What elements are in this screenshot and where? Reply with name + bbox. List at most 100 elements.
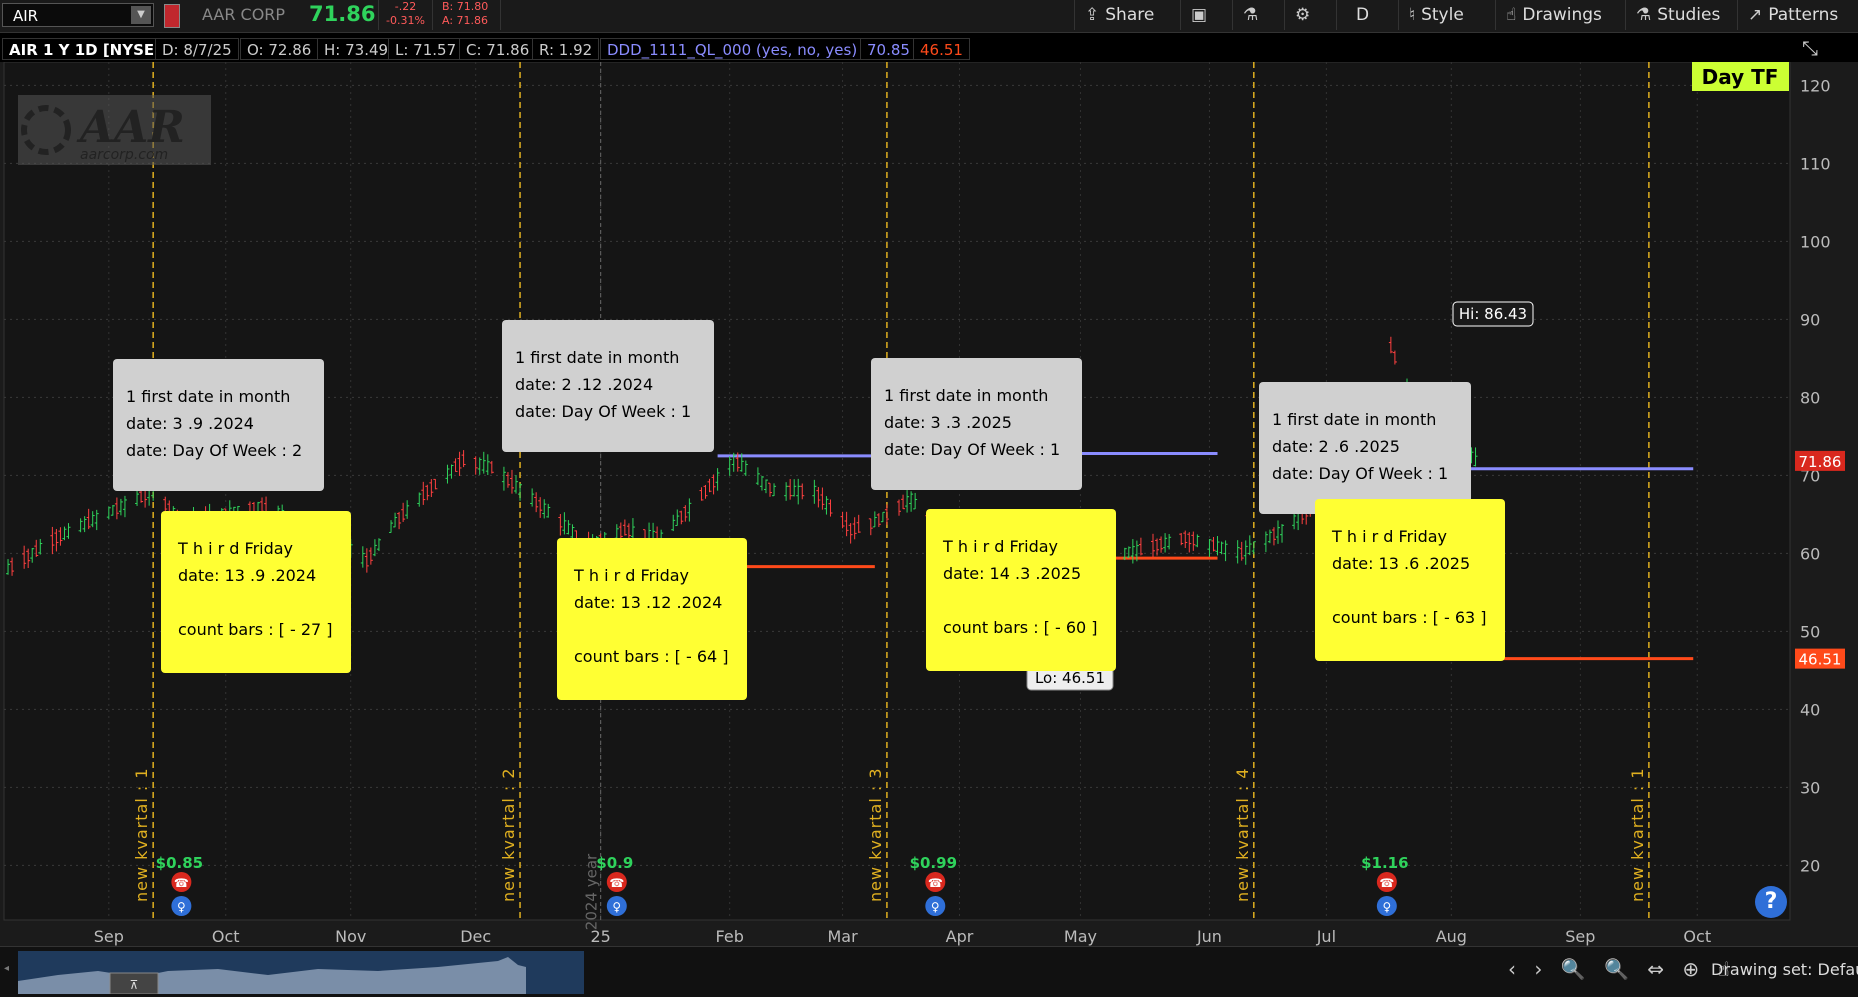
quarter-label: new kvartal : 4 bbox=[1233, 767, 1252, 902]
last-price: 71.86 bbox=[309, 2, 376, 26]
drawings-button[interactable]: ☝ Drawings bbox=[1495, 0, 1612, 30]
studies-label: Studies bbox=[1657, 5, 1721, 25]
time-tick-label: Oct bbox=[1683, 927, 1711, 946]
info-callout-line: date: Day Of Week : 2 bbox=[126, 441, 302, 460]
time-tick-label: Jul bbox=[1316, 927, 1336, 946]
info-callout-line: date: Day Of Week : 1 bbox=[515, 402, 691, 421]
last-price-badge-text: 71.86 bbox=[1799, 453, 1842, 471]
third-friday-callout bbox=[926, 509, 1116, 671]
study-name[interactable]: DDD_1111_QL_000 (yes, no, yes) bbox=[600, 38, 865, 60]
dividend-label: $0.85 bbox=[156, 854, 203, 872]
navigation-scroller[interactable]: ⊼ bbox=[18, 951, 584, 994]
phone-icon: ☎ bbox=[609, 876, 624, 890]
time-tick-label: Oct bbox=[212, 927, 240, 946]
phone-icon: ☎ bbox=[174, 876, 189, 890]
study-bar: AIR 1 Y 1D [NYSE] D: 8/7/25 O: 72.86 H: … bbox=[0, 34, 1790, 62]
third-friday-line: T h i r d Friday bbox=[177, 539, 293, 558]
bottom-bar: ◂ ⊼ ‹ › 🔍 🔍 ⇔ ⊕ ☝ Drawing set: Default bbox=[0, 946, 1858, 997]
third-friday-line: date: 14 .3 .2025 bbox=[943, 564, 1081, 583]
bulb-icon: ♀ bbox=[177, 900, 186, 914]
third-friday-line: count bars : [ - 64 ] bbox=[574, 647, 729, 666]
share-button[interactable]: ⇪ Share bbox=[1074, 0, 1164, 30]
share-label: Share bbox=[1105, 5, 1155, 25]
price-tick-label: 20 bbox=[1800, 856, 1820, 875]
studies-button[interactable]: ⚗ Studies bbox=[1625, 0, 1730, 30]
price-tick-label: 110 bbox=[1800, 154, 1831, 173]
phone-icon: ☎ bbox=[928, 876, 943, 890]
chevron-down-icon[interactable]: ▼ bbox=[131, 6, 151, 24]
flask-button[interactable]: ⚗ bbox=[1232, 0, 1274, 30]
timeframe-label: D bbox=[1355, 5, 1370, 25]
scroll-left-icon[interactable]: ◂ bbox=[4, 963, 9, 974]
snapshot-button[interactable]: ▣ bbox=[1180, 0, 1223, 30]
quarter-label: new kvartal : 2 bbox=[499, 767, 518, 902]
drawings-label: Drawings bbox=[1522, 5, 1602, 25]
bid-ask-box: B: 71.80 A: 71.86 bbox=[438, 0, 501, 30]
candle-icon: ♮ bbox=[1409, 5, 1416, 25]
third-friday-line: date: 13 .12 .2024 bbox=[574, 593, 722, 612]
bar-high: H: 73.49 bbox=[317, 38, 396, 60]
settings-button[interactable]: ⚙ bbox=[1284, 0, 1326, 30]
price-tick-label: 90 bbox=[1800, 310, 1820, 329]
third-friday-line: date: 13 .9 .2024 bbox=[178, 566, 316, 585]
time-tick-label: Dec bbox=[460, 927, 491, 946]
third-friday-callout bbox=[557, 538, 747, 700]
dividend-label: $1.16 bbox=[1361, 854, 1408, 872]
symbol-text: AIR bbox=[13, 7, 39, 25]
price-tick-label: 50 bbox=[1800, 622, 1820, 641]
third-friday-line: T h i r d Friday bbox=[942, 537, 1058, 556]
time-tick-label: Sep bbox=[94, 927, 124, 946]
patterns-label: Patterns bbox=[1768, 5, 1839, 25]
quarter-label: new kvartal : 1 bbox=[132, 767, 151, 902]
time-tick-label: Jun bbox=[1196, 927, 1222, 946]
patterns-button[interactable]: ↗ Patterns bbox=[1737, 0, 1848, 30]
price-chart[interactable]: 1201101009080706050403020Sep Oct Nov Dec 25 F… bbox=[0, 62, 1858, 946]
time-tick-label: May bbox=[1064, 927, 1097, 946]
bar-close: C: 71.86 bbox=[459, 38, 537, 60]
info-callout-line: 1 first date in month bbox=[884, 386, 1048, 405]
timeframe-button[interactable]: D bbox=[1336, 0, 1388, 30]
info-callout-line: date: Day Of Week : 1 bbox=[884, 440, 1060, 459]
drawing-set-label[interactable]: Drawing set: Default bbox=[1711, 960, 1858, 979]
zoom-controls[interactable]: ‹ › 🔍 🔍 ⇔ ⊕ ☝ bbox=[1508, 957, 1736, 981]
study-value-1: 70.85 bbox=[860, 38, 917, 60]
info-callout-line: 1 first date in month bbox=[126, 387, 290, 406]
bid-price: B: 71.80 bbox=[442, 0, 489, 13]
quarter-label: new kvartal : 1 bbox=[1628, 767, 1647, 902]
top-toolbar: AIR ▼ AAR CORP 71.86 -.22 -0.31% B: 71.8… bbox=[0, 0, 1858, 33]
third-friday-line: T h i r d Friday bbox=[573, 566, 689, 585]
dividend-label: $0.99 bbox=[910, 854, 957, 872]
info-callout-line: 1 first date in month bbox=[1272, 410, 1436, 429]
time-tick-label: Sep bbox=[1565, 927, 1595, 946]
bulb-icon: ♀ bbox=[931, 900, 940, 914]
third-friday-line: count bars : [ - 27 ] bbox=[178, 620, 333, 639]
day-tf-label: Day TF bbox=[1702, 65, 1779, 89]
gear-icon: ⚙ bbox=[1295, 5, 1311, 25]
flask-icon: ⚗ bbox=[1636, 5, 1652, 25]
symbol-input[interactable]: AIR ▼ bbox=[2, 3, 154, 27]
svg-text:⊼: ⊼ bbox=[130, 978, 139, 992]
logo-subtext: aarcorp.com bbox=[80, 147, 168, 163]
info-callout-line: date: 3 .9 .2024 bbox=[126, 414, 254, 433]
time-tick-label: Apr bbox=[946, 927, 974, 946]
flag-icon[interactable] bbox=[164, 4, 180, 28]
bar-low: L: 71.57 bbox=[388, 38, 464, 60]
net-change: -.22 bbox=[394, 0, 417, 13]
company-name: AAR CORP bbox=[202, 5, 286, 24]
help-icon[interactable]: ? bbox=[1755, 886, 1787, 918]
bar-range: R: 1.92 bbox=[532, 38, 600, 60]
flask-icon: ⚗ bbox=[1243, 5, 1259, 25]
third-friday-callout bbox=[1315, 499, 1505, 661]
info-callout-line: date: 3 .3 .2025 bbox=[884, 413, 1012, 432]
info-callout-line: 1 first date in month bbox=[515, 348, 679, 367]
bulb-icon: ♀ bbox=[612, 900, 621, 914]
time-tick-label: Feb bbox=[716, 927, 744, 946]
chart-title[interactable]: AIR 1 Y 1D [NYSE] bbox=[2, 38, 168, 60]
bulb-icon: ♀ bbox=[1382, 900, 1391, 914]
collapse-icon[interactable]: ⤡ bbox=[1802, 36, 1818, 60]
third-friday-line: date: 13 .6 .2025 bbox=[1332, 554, 1470, 573]
style-button[interactable]: ♮ Style bbox=[1398, 0, 1474, 30]
info-callout-line: date: 2 .12 .2024 bbox=[515, 375, 653, 394]
hand-icon: ☝ bbox=[1506, 5, 1517, 25]
study-value-2: 46.51 bbox=[913, 38, 970, 60]
